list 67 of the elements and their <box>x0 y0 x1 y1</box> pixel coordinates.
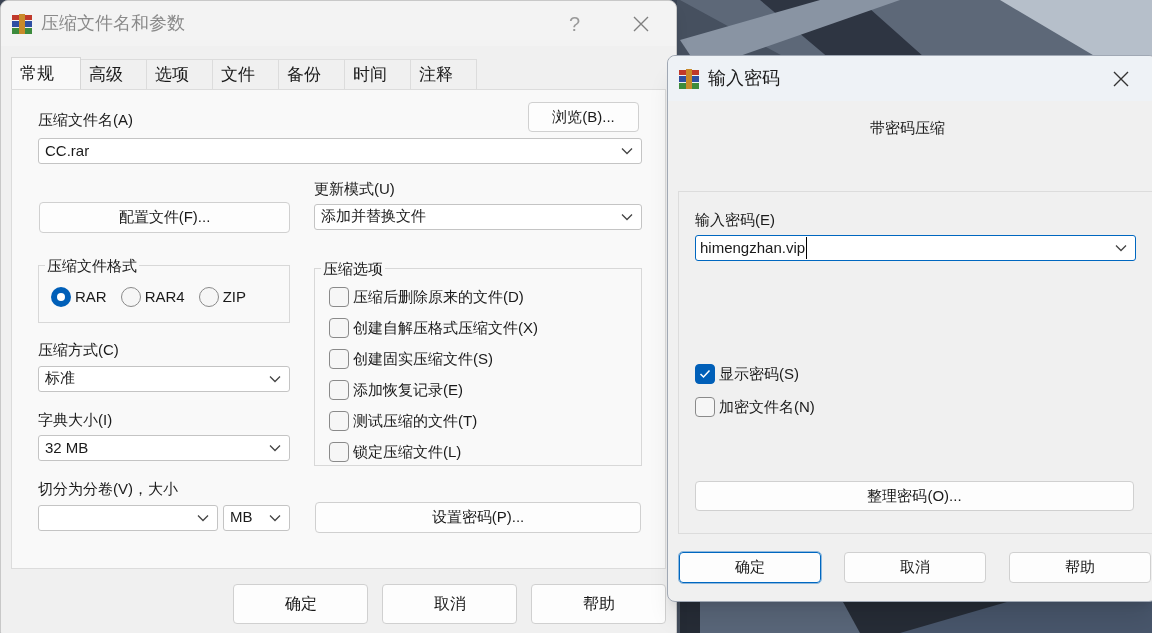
radio-label: ZIP <box>222 286 247 307</box>
password-field[interactable]: himengzhan.vip <box>695 235 1136 261</box>
checkbox-label: 显示密码(S) <box>719 364 799 384</box>
checkbox[interactable] <box>329 286 349 307</box>
radio-button[interactable] <box>120 287 141 307</box>
window-title: 输入密码 <box>708 67 780 90</box>
dropdown-field[interactable] <box>38 504 218 531</box>
tab[interactable]: 时间 <box>345 59 411 89</box>
tab[interactable]: 注释 <box>411 59 477 89</box>
field-label: 更新模式(U) <box>314 179 396 199</box>
chevron-down-icon <box>621 147 633 155</box>
checkbox-label: 锁定压缩文件(L) <box>353 441 462 462</box>
button[interactable]: 帮助 <box>531 584 666 624</box>
tab[interactable]: 高级 <box>81 59 147 89</box>
checkbox[interactable] <box>695 364 715 385</box>
tab[interactable]: 文件 <box>213 59 279 89</box>
checkbox[interactable] <box>329 379 349 400</box>
field-label: 压缩文件名(A) <box>38 109 133 130</box>
field-label: 输入密码(E) <box>695 209 776 230</box>
checkbox[interactable] <box>329 441 349 462</box>
tab[interactable]: 备份 <box>279 59 345 89</box>
field-label: 字典大小(I) <box>38 409 114 430</box>
button[interactable]: 配置文件(F)... <box>39 202 290 233</box>
checkbox-label: 添加恢复记录(E) <box>353 379 463 400</box>
close-icon <box>632 14 650 33</box>
tab[interactable]: 常规 <box>11 57 81 89</box>
button[interactable]: 确定 <box>679 551 821 583</box>
archive-icon <box>11 12 33 35</box>
close-icon <box>1112 69 1130 88</box>
tab[interactable]: 选项 <box>147 59 213 89</box>
chevron-down-icon <box>269 513 281 522</box>
button[interactable]: 取消 <box>382 584 517 624</box>
checkbox-label: 创建自解压格式压缩文件(X) <box>353 317 538 338</box>
field-label: 压缩方式(C) <box>38 340 120 360</box>
chevron-down-icon <box>197 513 209 522</box>
dialog-heading: 带密码压缩 <box>869 118 945 138</box>
archive-icon <box>678 67 700 90</box>
radio-label: RAR <box>75 286 107 307</box>
checkbox-label: 加密文件名(N) <box>719 396 815 417</box>
checkbox[interactable] <box>329 317 349 338</box>
checkbox-label: 压缩后删除原来的文件(D) <box>353 286 524 307</box>
chevron-down-icon <box>269 444 281 452</box>
dropdown-field[interactable]: 32 MB <box>38 435 290 461</box>
checkbox-label: 测试压缩的文件(T) <box>353 410 478 431</box>
checkbox-label: 创建固实压缩文件(S) <box>353 348 493 369</box>
field-label: 切分为分卷(V)，大小 <box>38 479 179 499</box>
radio-button[interactable] <box>198 287 219 307</box>
button[interactable]: 浏览(B)... <box>528 102 639 132</box>
chevron-down-icon <box>269 374 281 383</box>
button[interactable]: 整理密码(O)... <box>695 481 1134 511</box>
dropdown-field[interactable]: CC.rar <box>38 138 642 164</box>
window-title: 压缩文件名和参数 <box>41 12 185 35</box>
button[interactable]: 取消 <box>844 551 986 583</box>
chevron-down-icon <box>621 212 633 221</box>
radio-label: RAR4 <box>144 286 185 307</box>
dropdown-field[interactable]: MB <box>223 504 290 531</box>
checkbox[interactable] <box>695 396 715 417</box>
radio-button[interactable] <box>51 287 71 307</box>
button[interactable]: 设置密码(P)... <box>315 501 641 533</box>
checkbox[interactable] <box>329 410 349 431</box>
checkbox[interactable] <box>329 348 349 369</box>
checkmark-icon <box>699 369 711 380</box>
dropdown-field[interactable]: 标准 <box>38 365 290 392</box>
chevron-down-icon <box>1115 244 1127 252</box>
button[interactable]: 确定 <box>233 584 368 624</box>
dropdown-field[interactable]: 添加并替换文件 <box>314 203 642 230</box>
button[interactable]: 帮助 <box>1009 551 1151 583</box>
